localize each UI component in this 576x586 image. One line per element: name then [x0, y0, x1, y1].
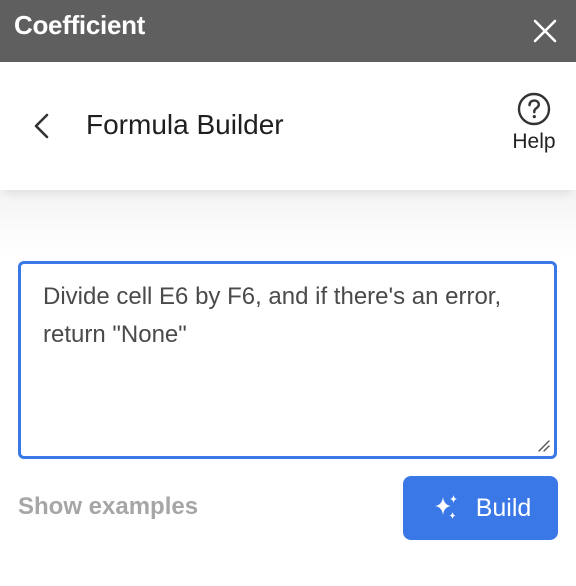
app-title: Coefficient	[14, 10, 146, 40]
title-bar: Coefficient	[0, 0, 576, 62]
build-label: Build	[475, 493, 532, 522]
formula-prompt-input[interactable]: Divide cell E6 by F6, and if there's an …	[18, 261, 557, 459]
build-button[interactable]: Build	[403, 476, 558, 540]
close-icon	[533, 19, 557, 43]
formula-prompt-text: Divide cell E6 by F6, and if there's an …	[43, 283, 502, 348]
sparkle-icon	[434, 495, 457, 519]
chevron-left-icon	[34, 113, 49, 139]
show-examples-link[interactable]: Show examples	[18, 493, 198, 521]
help-circle-icon	[517, 92, 551, 126]
help-button[interactable]: Help	[504, 92, 564, 158]
close-button[interactable]	[522, 8, 568, 54]
resize-grip-icon[interactable]	[536, 438, 550, 452]
back-button[interactable]	[22, 106, 62, 146]
help-label: Help	[512, 130, 556, 153]
page-header: Formula Builder Help	[0, 62, 576, 190]
main-content: Divide cell E6 by F6, and if there's an …	[0, 190, 576, 586]
page-title: Formula Builder	[86, 109, 284, 140]
